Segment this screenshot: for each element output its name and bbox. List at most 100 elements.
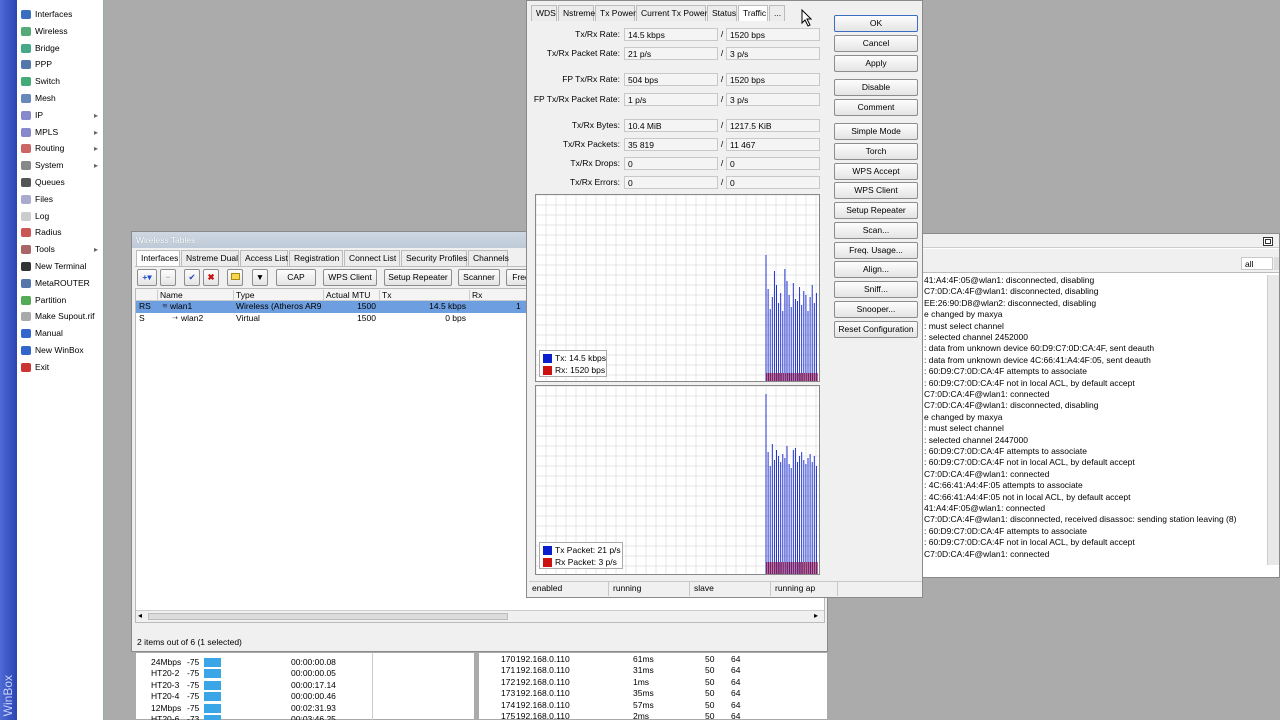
- scroll-thumb[interactable]: [148, 613, 508, 620]
- tab-interfaces[interactable]: Interfaces: [136, 250, 180, 266]
- virtual-iface-icon: ⇢: [172, 314, 178, 322]
- field-rx-tx-rx-rate[interactable]: 1520 bps: [726, 28, 820, 41]
- tab-access-list[interactable]: Access List: [240, 250, 288, 266]
- freq-usage-button[interactable]: Freq. Usage...: [834, 242, 918, 259]
- comment-button[interactable]: [227, 269, 243, 286]
- field-separator: /: [720, 29, 724, 39]
- enable-button[interactable]: ✔: [184, 269, 200, 286]
- apply-button[interactable]: Apply: [834, 55, 918, 72]
- tab-security-profiles[interactable]: Security Profiles: [401, 250, 467, 266]
- row-rx: 1: [516, 301, 521, 311]
- column-header-type[interactable]: Type: [236, 290, 254, 300]
- menu-item-new-winbox[interactable]: New WinBox: [17, 342, 104, 359]
- column-header-actual-mtu[interactable]: Actual MTU: [326, 290, 370, 300]
- add-button[interactable]: +▾: [137, 269, 157, 286]
- ping-ttl: 64: [731, 711, 741, 720]
- field-rx-tx-rx-packet-rate[interactable]: 3 p/s: [726, 47, 820, 60]
- snooper-button[interactable]: Snooper...: [834, 301, 918, 318]
- tab-connect-list[interactable]: Connect List: [344, 250, 400, 266]
- log-maximize-icon[interactable]: [1263, 237, 1273, 246]
- ping-time: 35ms: [633, 688, 654, 699]
- remove-button[interactable]: −: [160, 269, 176, 286]
- simple-mode-button[interactable]: Simple Mode: [834, 123, 918, 140]
- menu-item-ip[interactable]: IP ▸: [17, 107, 104, 124]
- field-tx-fp-tx-rx-packet-rate[interactable]: 1 p/s: [624, 93, 718, 106]
- field-tx-tx-rx-drops[interactable]: 0: [624, 157, 718, 170]
- packet-graph-legend: Tx Packet: 21 p/s Rx Packet: 3 p/s: [539, 542, 623, 569]
- column-header-tx[interactable]: Tx: [382, 290, 391, 300]
- rx-color-swatch: [543, 366, 552, 375]
- tab-channels[interactable]: Channels: [468, 250, 509, 266]
- comment-button[interactable]: Comment: [834, 99, 918, 116]
- align-button[interactable]: Align...: [834, 261, 918, 278]
- disable-button[interactable]: ✖: [203, 269, 219, 286]
- scanner-button[interactable]: Scanner: [458, 269, 500, 286]
- field-tx-tx-rx-packet-rate[interactable]: 21 p/s: [624, 47, 718, 60]
- setup-repeater-button[interactable]: Setup Repeater: [834, 202, 918, 219]
- menu-item-mesh[interactable]: Mesh: [17, 90, 104, 107]
- list-item: HT20-3 -75 00:00:17.14: [136, 680, 476, 691]
- status-running: running: [610, 582, 690, 596]
- tab-registration[interactable]: Registration: [289, 250, 343, 266]
- table-row[interactable]: S ⇢ wlan2 Virtual 1500 0 bps: [136, 313, 526, 325]
- wps-accept-button[interactable]: WPS Accept: [834, 163, 918, 180]
- menu-item-files[interactable]: Files: [17, 191, 104, 208]
- menu-item-system[interactable]: System ▸: [17, 157, 104, 174]
- wps-client-button[interactable]: WPS Client: [323, 269, 377, 286]
- menu-item-bridge[interactable]: Bridge: [17, 40, 104, 57]
- sniff-button[interactable]: Sniff...: [834, 281, 918, 298]
- ok-button[interactable]: OK: [834, 15, 918, 32]
- field-tx-tx-rx-rate[interactable]: 14.5 kbps: [624, 28, 718, 41]
- field-tx-fp-tx-rx-rate[interactable]: 504 bps: [624, 73, 718, 86]
- rx-packet-color-swatch: [543, 558, 552, 567]
- log-filter-arrow[interactable]: [1274, 257, 1279, 270]
- field-rx-fp-tx-rx-packet-rate[interactable]: 3 p/s: [726, 93, 820, 106]
- menu-item-make-supout-rif[interactable]: Make Supout.rif: [17, 308, 104, 325]
- field-tx-tx-rx-errors[interactable]: 0: [624, 176, 718, 189]
- interface-buttons: OK Cancel Apply Disable Comment Simple Mode To…: [833, 1, 923, 341]
- tab-nstreme-dual[interactable]: Nstreme Dual: [181, 250, 239, 266]
- field-rx-tx-rx-drops[interactable]: 0: [726, 157, 820, 170]
- winbox-side-strip: WinBox: [0, 0, 17, 720]
- menu-item-interfaces[interactable]: Interfaces: [17, 6, 104, 23]
- field-tx-tx-rx-packets[interactable]: 35 819: [624, 138, 718, 151]
- column-header-name[interactable]: Name: [160, 290, 183, 300]
- field-tx-tx-rx-bytes[interactable]: 10.4 MiB: [624, 119, 718, 132]
- field-rx-tx-rx-bytes[interactable]: 1217.5 KiB: [726, 119, 820, 132]
- scan-button[interactable]: Scan...: [834, 222, 918, 239]
- log-scrollbar[interactable]: [1267, 275, 1279, 565]
- menu-item-new-terminal[interactable]: New Terminal: [17, 258, 104, 275]
- menu-item-manual[interactable]: Manual: [17, 325, 104, 342]
- field-rx-tx-rx-errors[interactable]: 0: [726, 176, 820, 189]
- menu-item-queues[interactable]: Queues: [17, 174, 104, 191]
- cap-button[interactable]: CAP: [276, 269, 316, 286]
- scroll-left-icon[interactable]: ◂: [138, 611, 142, 620]
- table-hscrollbar[interactable]: ◂ ▸: [136, 610, 824, 622]
- torch-button[interactable]: Torch: [834, 143, 918, 160]
- menu-item-routing[interactable]: Routing ▸: [17, 140, 104, 157]
- disable-button[interactable]: Disable: [834, 79, 918, 96]
- menu-item-exit[interactable]: Exit: [17, 359, 104, 376]
- menu-item-metarouter[interactable]: MetaROUTER: [17, 275, 104, 292]
- menu-item-partition[interactable]: Partition: [17, 292, 104, 309]
- wps-client-button[interactable]: WPS Client: [834, 182, 918, 199]
- menu-item-log[interactable]: Log: [17, 208, 104, 225]
- log-filter-select[interactable]: all: [1241, 257, 1273, 270]
- tx-color-swatch: [543, 354, 552, 363]
- cancel-button[interactable]: Cancel: [834, 35, 918, 52]
- table-row[interactable]: RS ≋ wlan1 Wireless (Atheros AR9... 1500 14.5…: [136, 301, 526, 313]
- menu-item-switch[interactable]: Switch: [17, 73, 104, 90]
- field-rx-tx-rx-packets[interactable]: 11 467: [726, 138, 820, 151]
- menu-item-radius[interactable]: Radius: [17, 224, 104, 241]
- scroll-right-icon[interactable]: ▸: [814, 611, 818, 620]
- column-header-rx[interactable]: Rx: [472, 290, 482, 300]
- setup-repeater-button[interactable]: Setup Repeater: [384, 269, 452, 286]
- field-rx-fp-tx-rx-rate[interactable]: 1520 bps: [726, 73, 820, 86]
- filter-button[interactable]: ▼: [252, 269, 268, 286]
- menu-item-mpls[interactable]: MPLS ▸: [17, 124, 104, 141]
- menu-item-ppp[interactable]: PPP: [17, 56, 104, 73]
- menu-item-tools[interactable]: Tools ▸: [17, 241, 104, 258]
- submenu-arrow-icon: ▸: [93, 144, 98, 154]
- reset-configuration-button[interactable]: Reset Configuration: [834, 321, 918, 338]
- menu-item-wireless[interactable]: Wireless: [17, 23, 104, 40]
